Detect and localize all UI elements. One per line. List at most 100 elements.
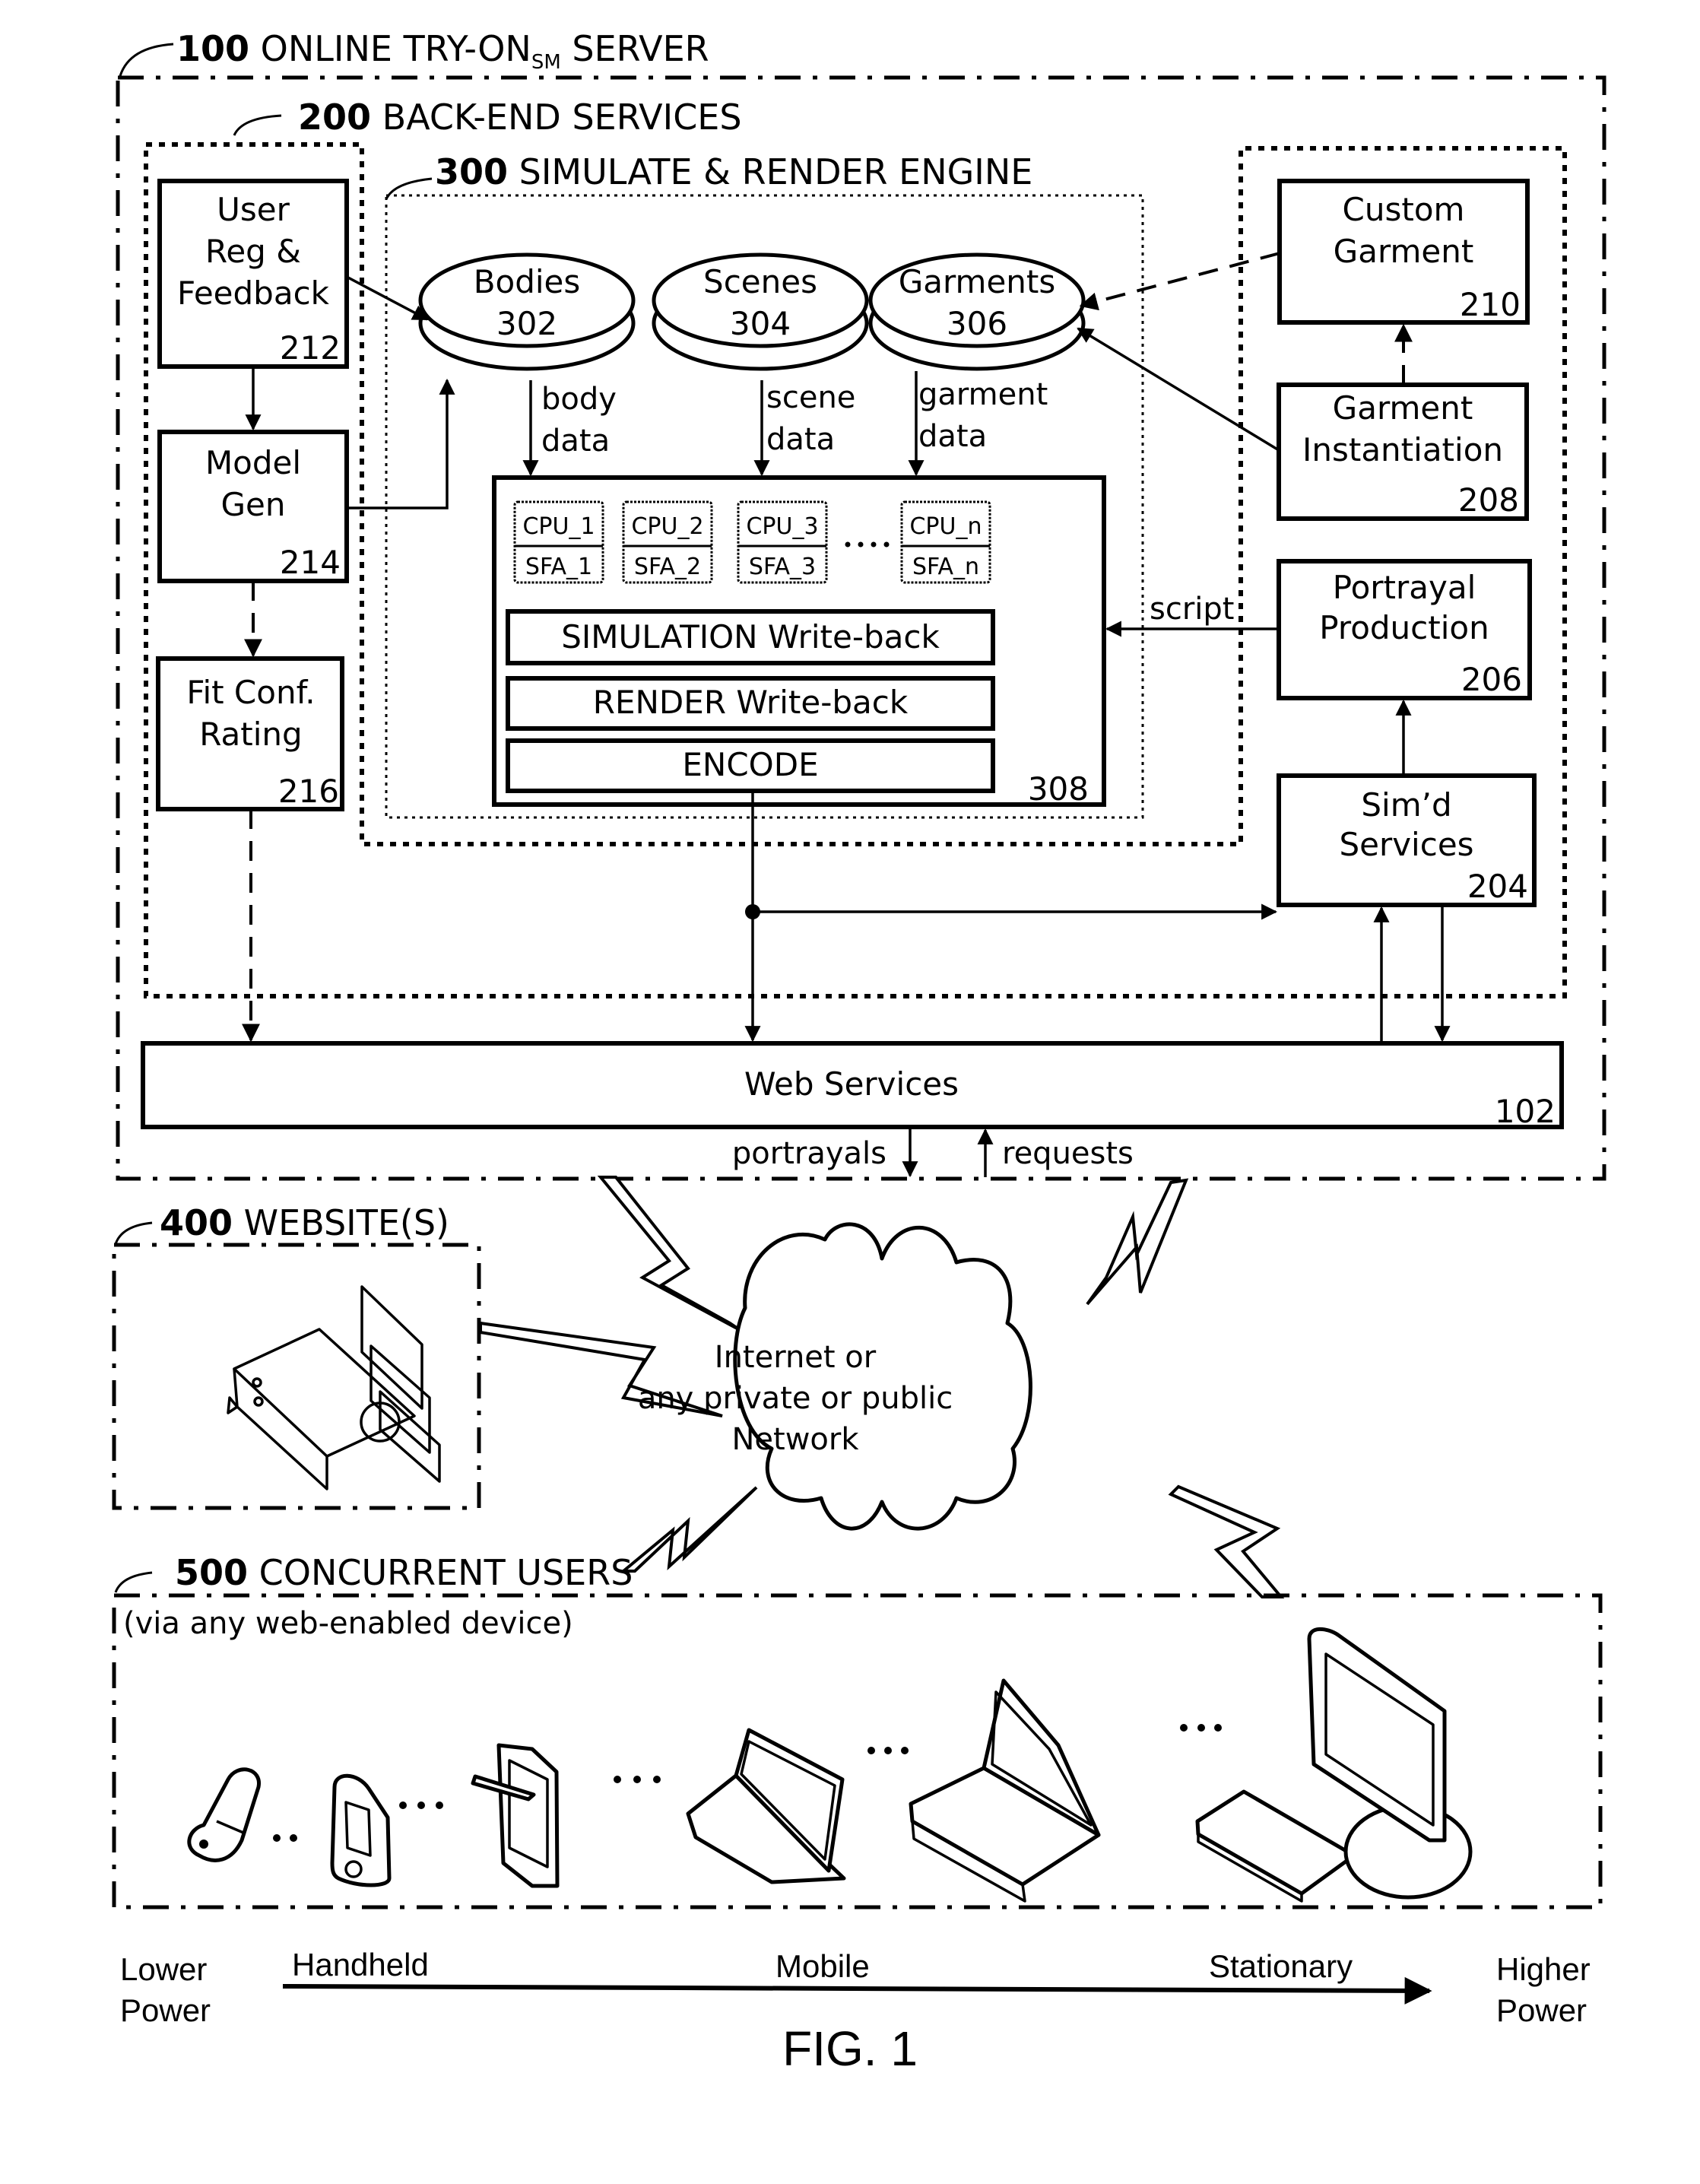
laptop-icon[interactable] (909, 1678, 1101, 1903)
tablet-icon[interactable] (471, 1743, 560, 1888)
box-line: User (217, 191, 290, 228)
portrayals-label: portrayals (732, 1136, 886, 1171)
arrow-custom-garments (1079, 252, 1280, 311)
box-portrayal-production[interactable]: Portrayal Production 206 (1277, 559, 1532, 700)
cpu-label: CPU_2 (631, 513, 703, 540)
sfa-label: SFA_2 (634, 554, 701, 580)
server-title: 100 ONLINE TRY-ONSM SERVER (176, 28, 709, 74)
requests-label: requests (1002, 1136, 1134, 1171)
processor-308[interactable]: CPU_1 SFA_1 CPU_2 SFA_2 CPU_3 SFA_3 CPU_n SFA_n… (492, 475, 1106, 808)
cpu-unit[interactable]: CPU_n SFA_n (900, 500, 991, 584)
axis-right-label: Higher (1496, 1951, 1591, 1987)
box-line: Gen (220, 486, 285, 523)
web-services-label: Web Services (744, 1065, 959, 1103)
cpu-label: CPU_1 (522, 513, 595, 540)
ellipsis-dots (614, 1776, 661, 1783)
figure-caption: FIG. 1 (782, 2021, 918, 2076)
sfa-label: SFA_3 (749, 554, 816, 580)
cpu-label: CPU_n (909, 513, 982, 540)
box-ref: 216 (278, 773, 339, 810)
axis-right-label: Power (1496, 1992, 1587, 2028)
database-ref: 306 (947, 305, 1007, 342)
axis-category-label: Handheld (292, 1947, 429, 1982)
small-laptop-icon[interactable] (686, 1728, 846, 1884)
database-scenes[interactable]: Scenes 304 (652, 252, 869, 371)
stage-encode[interactable]: ENCODE (506, 738, 995, 793)
database-ref: 304 (730, 305, 791, 342)
box-ref: 206 (1461, 661, 1522, 698)
ellipsis-dots (867, 1747, 909, 1754)
database-name: Garments (899, 263, 1056, 300)
box-custom-garment[interactable]: Custom Garment 210 (1277, 179, 1530, 325)
ellipsis-dots (273, 1834, 297, 1842)
flow-label: data (766, 422, 835, 457)
box-line: Reg & (205, 233, 301, 270)
arrow-inst-garments (1077, 327, 1280, 452)
box-line: Custom (1343, 191, 1465, 228)
axis-category-label: Stationary (1209, 1948, 1353, 1984)
box-fit-conf[interactable]: Fit Conf. Rating 216 (156, 656, 344, 811)
box-user-reg[interactable]: User Reg & Feedback 212 (157, 179, 349, 369)
ellipsis-dots (399, 1801, 443, 1809)
box-ref: 214 (280, 544, 341, 581)
axis-arrow (282, 1976, 1432, 2005)
box-ref: 212 (280, 329, 341, 367)
cloud-icon (733, 1222, 1032, 1531)
sfa-label: SFA_n (912, 554, 979, 580)
network-cloud[interactable]: Internet or any private or public Networ… (638, 1222, 1032, 1531)
box-ref: 210 (1460, 286, 1521, 323)
ellipsis-dots (1180, 1724, 1222, 1732)
power-axis: Lower Power Handheld Mobile Stationary H… (120, 1947, 1591, 2028)
box-line: Portrayal (1333, 569, 1476, 606)
cloud-text: Internet or (715, 1340, 877, 1375)
flow-label: garment (918, 377, 1048, 412)
stage-label: SIMULATION Write-back (561, 618, 940, 656)
cpu-array: CPU_1 SFA_1 CPU_2 SFA_2 CPU_3 SFA_3 CPU_n SFA_n (513, 500, 991, 584)
axis-left-label: Power (120, 1992, 211, 2028)
stage-label: ENCODE (682, 746, 818, 783)
cpu-unit[interactable]: CPU_2 SFA_2 (622, 500, 713, 584)
link-bolt-users-right (1168, 1484, 1285, 1598)
box-garment-instantiation[interactable]: Garment Instantiation 208 (1277, 383, 1529, 521)
box-line: Production (1319, 609, 1489, 646)
users-leader-line (114, 1571, 153, 1593)
engine-title: 300 SIMULATE & RENDER ENGINE (435, 151, 1032, 192)
sfa-label: SFA_1 (525, 554, 592, 580)
box-line: Feedback (177, 275, 330, 312)
box-ref: 208 (1458, 481, 1519, 519)
flow-label: data (918, 419, 987, 454)
box-model-gen[interactable]: Model Gen 214 (157, 430, 349, 583)
box-line: Services (1339, 826, 1473, 863)
cpu-unit[interactable]: CPU_1 SFA_1 (513, 500, 604, 584)
box-simd-services[interactable]: Sim’d Services 204 (1277, 773, 1537, 907)
flow-label: data (541, 424, 610, 459)
backend-title: 200 BACK-END SERVICES (298, 97, 742, 138)
database-bodies[interactable]: Bodies 302 (418, 252, 636, 371)
stage-render[interactable]: RENDER Write-back (506, 676, 995, 731)
web-services-102[interactable]: Web Services 102 (141, 1041, 1564, 1130)
websites-400[interactable]: 400 WEBSITE(S) (112, 1202, 481, 1510)
database-ref: 302 (496, 305, 557, 342)
box-line: Garment (1334, 233, 1474, 270)
users-subtitle: (via any web-enabled device) (123, 1606, 573, 1641)
box-line: Rating (199, 716, 302, 753)
websites-title: 400 WEBSITE(S) (160, 1202, 449, 1243)
flip-phone-icon[interactable] (187, 1767, 261, 1862)
link-bolt-users-left (619, 1486, 758, 1573)
flow-label: body (541, 382, 617, 417)
processor-ref: 308 (1028, 770, 1089, 808)
box-line: Garment (1333, 389, 1473, 427)
box-line: Instantiation (1302, 431, 1503, 468)
stage-simulation[interactable]: SIMULATION Write-back (506, 609, 995, 665)
cpu-unit[interactable]: CPU_3 SFA_3 (737, 500, 828, 584)
database-name: Scenes (703, 263, 817, 300)
stage-label: RENDER Write-back (593, 684, 909, 721)
flow-label: scene (766, 380, 855, 415)
websites-leader-line (114, 1221, 153, 1245)
databases: Bodies 302 Scenes 304 Garments 306 (418, 252, 1086, 371)
keyboard-icon[interactable] (1195, 1789, 1356, 1903)
database-garments[interactable]: Garments 306 (868, 252, 1086, 371)
axis-category-label: Mobile (775, 1948, 870, 1984)
users-500[interactable]: 500 CONCURRENT USERS (via any web-enable… (112, 1552, 1603, 1909)
pda-icon[interactable] (330, 1773, 392, 1887)
